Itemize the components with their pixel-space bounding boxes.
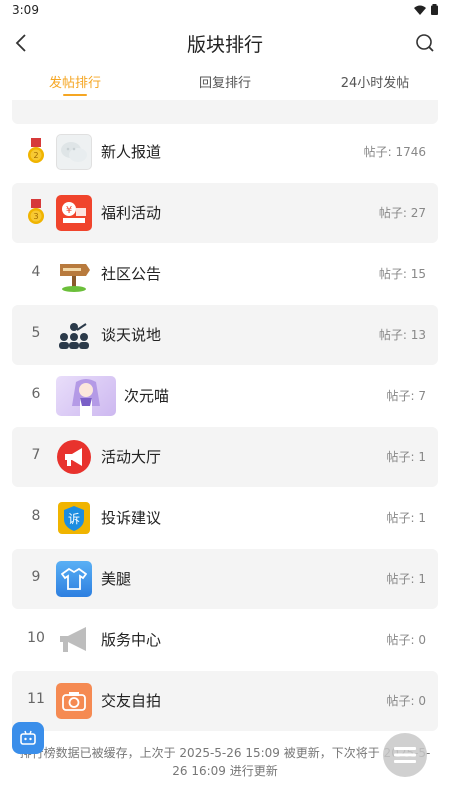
search-icon xyxy=(416,34,434,52)
list-item[interactable]: 2 新人报道 帖子: 1746 xyxy=(12,122,438,182)
tab-bar: 发帖排行 回复排行 24小时发帖 xyxy=(0,64,450,100)
tab-24h-posts[interactable]: 24小时发帖 xyxy=(300,72,450,91)
forum-name: 投诉建议 xyxy=(101,509,162,527)
menu-fab-button[interactable] xyxy=(383,733,427,777)
svg-text:诉: 诉 xyxy=(68,512,80,526)
forum-name: 版务中心 xyxy=(101,631,162,649)
bot-button[interactable] xyxy=(12,722,44,754)
post-count: 帖子: 1746 xyxy=(363,145,426,159)
search-button[interactable] xyxy=(410,28,440,58)
rank-number: 9 xyxy=(31,569,41,585)
tshirt-icon xyxy=(56,561,92,597)
header: 版块排行 xyxy=(0,22,450,64)
list-item[interactable]: 4 社区公告 帖子: 15 xyxy=(12,244,438,304)
page-title: 版块排行 xyxy=(186,34,263,56)
svg-text:2: 2 xyxy=(33,151,38,160)
gift-yuan-icon: ¥ xyxy=(56,195,92,231)
rank-number: 7 xyxy=(31,447,41,463)
rank-number: 5 xyxy=(31,325,41,341)
list-item[interactable]: 3 ¥ 福利活动 帖子: 27 xyxy=(12,183,438,243)
list-item[interactable]: 7 活动大厅 帖子: 1 xyxy=(12,427,438,487)
post-count: 帖子: 1 xyxy=(386,450,427,464)
menu-icon xyxy=(394,747,416,763)
tab-post-ranking[interactable]: 发帖排行 xyxy=(0,72,150,91)
battery-icon xyxy=(431,4,438,15)
rank-number: 11 xyxy=(27,691,45,707)
list-item[interactable]: 5 谈天说地 帖子: 13 xyxy=(12,305,438,365)
svg-text:¥: ¥ xyxy=(66,205,72,216)
megaphone-red-icon xyxy=(56,439,92,475)
bronze-medal-icon: 3 xyxy=(28,199,44,224)
list-item[interactable]: 10 版务中心 帖子: 0 xyxy=(12,610,438,670)
svg-text:3: 3 xyxy=(33,212,38,221)
people-chat-icon xyxy=(56,317,92,353)
list-item[interactable]: 6 次元喵 帖子: 7 xyxy=(12,366,438,426)
status-bar: 3:09 xyxy=(0,0,450,22)
forum-name: 交友自拍 xyxy=(101,692,162,710)
forum-name: 活动大厅 xyxy=(101,448,162,466)
post-count: 帖子: 13 xyxy=(378,328,426,342)
tab-reply-ranking[interactable]: 回复排行 xyxy=(150,72,300,91)
post-count: 帖子: 15 xyxy=(378,267,426,281)
forum-name: 福利活动 xyxy=(101,204,162,222)
signpost-icon xyxy=(56,256,92,292)
rank-number: 10 xyxy=(27,630,45,646)
post-count: 帖子: 0 xyxy=(386,694,427,708)
list-item[interactable] xyxy=(12,100,438,124)
list-item[interactable]: 8 诉 投诉建议 帖子: 1 xyxy=(12,488,438,548)
status-icons xyxy=(414,4,438,15)
status-time: 3:09 xyxy=(12,3,39,17)
rank-number: 4 xyxy=(31,264,41,280)
wifi-icon xyxy=(414,5,426,15)
post-count: 帖子: 27 xyxy=(378,206,426,220)
post-count: 帖子: 1 xyxy=(386,572,427,586)
active-tab-indicator xyxy=(63,94,87,96)
post-count: 帖子: 7 xyxy=(386,389,427,403)
ranking-list: 2 新人报道 帖子: 1746 3 ¥ 福利活动 帖子: 27 4 社区公告 帖… xyxy=(0,100,450,800)
post-count: 帖子: 0 xyxy=(386,633,427,647)
rank-number: 8 xyxy=(31,508,41,524)
forum-name: 谈天说地 xyxy=(101,326,162,344)
silver-medal-icon: 2 xyxy=(28,138,44,163)
robot-icon xyxy=(20,730,36,745)
post-count: 帖子: 1 xyxy=(386,511,427,525)
rank-number: 6 xyxy=(31,386,41,402)
camera-icon xyxy=(56,683,92,719)
list-item[interactable]: 9 美腿 帖子: 1 xyxy=(12,549,438,609)
list-item[interactable]: 11 交友自拍 帖子: 0 xyxy=(12,671,438,731)
megaphone-gray-icon xyxy=(56,622,92,658)
complaint-shield-icon: 诉 xyxy=(56,500,92,536)
forum-name: 社区公告 xyxy=(101,265,162,283)
anime-girl-image xyxy=(56,376,116,416)
forum-name: 次元喵 xyxy=(124,387,170,405)
forum-name: 新人报道 xyxy=(101,143,162,161)
forum-name: 美腿 xyxy=(101,570,132,588)
wechat-bubble-icon xyxy=(56,134,92,170)
